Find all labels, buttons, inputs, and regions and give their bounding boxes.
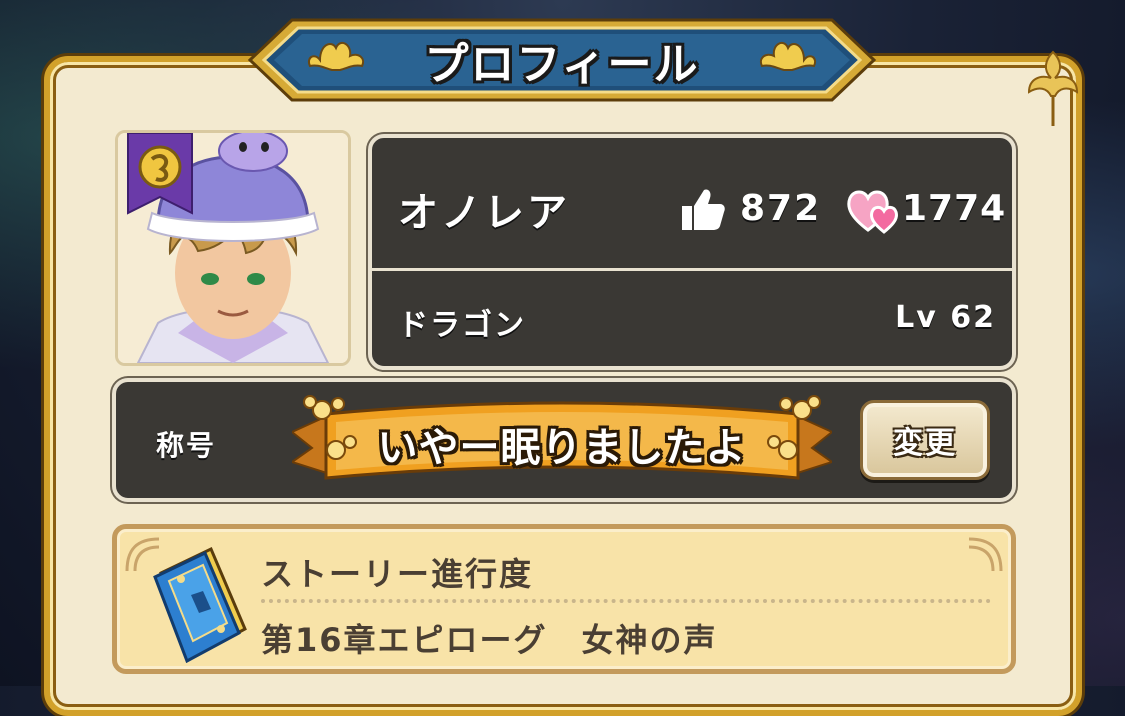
avatar-portrait [118,133,348,363]
title-label: 称号 [156,429,217,462]
player-name: オノレア [398,190,570,236]
title-section: 称号 いやー眠りましたよ 変更 [112,378,1016,502]
change-title-button[interactable]: 変更 [860,400,990,480]
corner-ornament-icon [1027,50,1079,126]
story-heading: ストーリー進行度 [261,555,534,593]
story-book-icon [153,546,247,663]
likes-count: 872 [740,188,822,229]
title-banner: プロフィール [240,14,884,106]
story-progress-value: 第16章エピローグ 女神の声 [261,621,718,659]
player-avatar[interactable] [115,130,351,366]
player-job: ドラゴン [398,308,526,343]
story-divider [261,599,991,603]
double-heart-icon [847,190,898,234]
story-progress-card[interactable]: ストーリー進行度 第16章エピローグ 女神の声 [112,524,1016,674]
hearts-count: 1774 [902,188,1007,229]
screen-title: プロフィール [424,39,700,90]
player-level: Lv 62 [895,300,996,335]
info-divider [372,268,1012,271]
thumbs-up-icon [682,189,725,230]
player-info-box: オノレア 872 1774 ドラゴン Lv 62 [368,134,1016,370]
flourish-icon [968,537,1003,572]
current-title-text: いやー眠りましたよ [377,425,747,471]
